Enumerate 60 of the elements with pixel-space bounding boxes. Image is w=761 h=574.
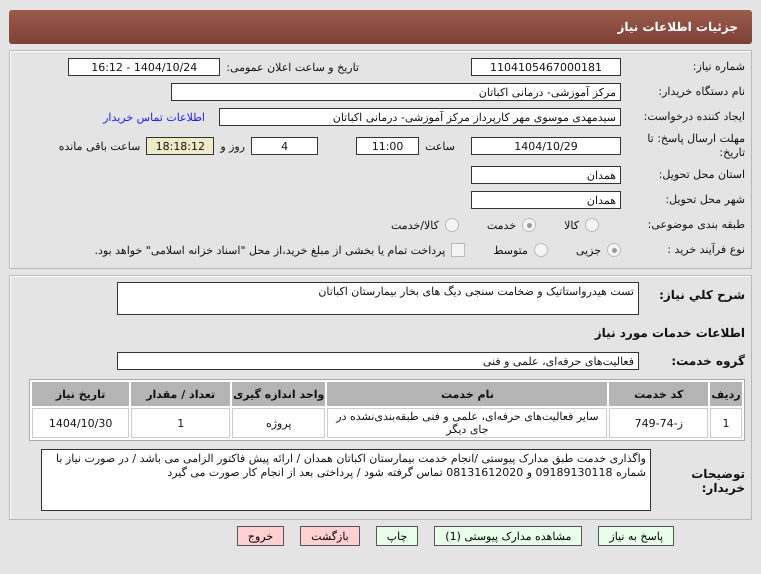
column-header: نام خدمت: [327, 382, 608, 406]
creator-field: سیدمهدی موسوی مهر کارپرداز مرکز آموزشی- درمانی اکباتان: [219, 108, 621, 126]
column-header: ردیف: [710, 382, 742, 406]
field-label: مهلت ارسال پاسخ: تا تاریخ:: [646, 132, 745, 160]
announce-date-field: 1404/10/24 - 16:12: [68, 58, 220, 76]
field-label: نام دستگاه خریدار:: [657, 85, 745, 99]
radio-button[interactable]: [444, 218, 459, 232]
service-group-field: فعالیت‌های حرفه‌ای، علمی و فنی: [117, 352, 639, 370]
field-label: روز و: [220, 140, 246, 152]
option-label: متوسط: [493, 244, 528, 256]
radio-button[interactable]: [534, 243, 548, 257]
column-header: تعداد / مقدار: [131, 382, 230, 406]
buyer-notes-field: واگذاری خدمت طبق مدارک پیوستی /انجام خدمت بیمارستان اکباتان همدان / ارائه پیش فاکتور الزامی می باشد / در صورت نیاز با شماره 09189130118 و 08131612020 تماس گرفته شود / پرداختی بعد از انجام کار صورت می گیرد: [41, 449, 651, 511]
option-label: کالا: [564, 218, 579, 232]
action-button[interactable]: چاپ: [376, 526, 418, 546]
column-header: تاریخ نیاز: [32, 382, 130, 406]
field-label: تاریخ و ساعت اعلان عمومی:: [226, 60, 359, 74]
table-cell: 1: [710, 408, 742, 438]
radio-button[interactable]: [522, 218, 536, 232]
buyer-field: مرکز آموزشی- درمانی اکباتان: [171, 83, 621, 101]
city-field: همدان: [471, 191, 621, 209]
field-label: شماره نیاز:: [692, 60, 745, 74]
days-field: 4: [251, 137, 318, 155]
field-label: شرح کلي نياز:: [658, 287, 745, 302]
column-header: واحد اندازه گیری: [232, 382, 326, 406]
field-label: استان محل تحویل:: [658, 168, 745, 182]
table-cell: 1: [131, 408, 230, 438]
table-cell: سایر فعالیت‌های حرفه‌ای، علمی و فنی طبقه‌بندی‌نشده در جای دیگر: [327, 408, 608, 438]
table-cell: پروژه: [232, 408, 326, 438]
field-label: ساعت: [425, 140, 455, 152]
deadline-time-field: 11:00: [356, 137, 420, 155]
action-button[interactable]: مشاهده مدارک پیوستی (1): [434, 526, 582, 546]
description-field: تست هیدرواستاتیک و ضخامت سنجی دیگ های بخار بیمارستان اکباتان: [117, 282, 639, 315]
field-label: گروه خدمت:: [670, 354, 745, 368]
contact-link[interactable]: اطلاعات تماس خریدار: [103, 110, 205, 124]
option-label: خدمت: [486, 218, 516, 232]
table-cell: 1404/10/30: [32, 408, 130, 438]
field-label: ساعت باقی مانده: [58, 140, 140, 152]
field-label: توضیحات خریدار:: [690, 466, 745, 495]
action-button[interactable]: پاسخ به نیاز: [598, 526, 674, 546]
need-number-field: 1104105467000181: [471, 58, 621, 76]
province-field: همدان: [471, 166, 621, 184]
table-cell: ز-74-749: [609, 408, 708, 438]
radio-button[interactable]: [607, 243, 621, 257]
radio-button[interactable]: [585, 218, 599, 232]
section-heading: اطلاعات خدمات مورد نیاز: [594, 326, 745, 340]
deadline-date-field: 1404/10/29: [471, 137, 621, 155]
checkbox[interactable]: [451, 243, 466, 257]
field-label: نوع فرآیند خرید :: [666, 243, 745, 257]
option-label: جزیی: [576, 244, 601, 256]
option-label: کالا/خدمت: [391, 218, 439, 232]
field-label: شهر محل تحویل:: [664, 193, 745, 207]
page-title: جزئیات اطلاعات نیاز: [9, 10, 752, 44]
field-label: ایجاد کننده درخواست:: [642, 110, 745, 124]
field-label: طبقه بندی موضوعی:: [646, 218, 745, 232]
remaining-time-field: 18:18:12: [146, 137, 214, 155]
action-button[interactable]: بازگشت: [300, 526, 360, 546]
column-header: کد خدمت: [609, 382, 708, 406]
action-button[interactable]: خروج: [236, 526, 284, 546]
option-label: پرداخت تمام یا بخشی از مبلغ خرید،از محل "اسناد خزانه اسلامی" خواهد بود.: [94, 244, 446, 256]
